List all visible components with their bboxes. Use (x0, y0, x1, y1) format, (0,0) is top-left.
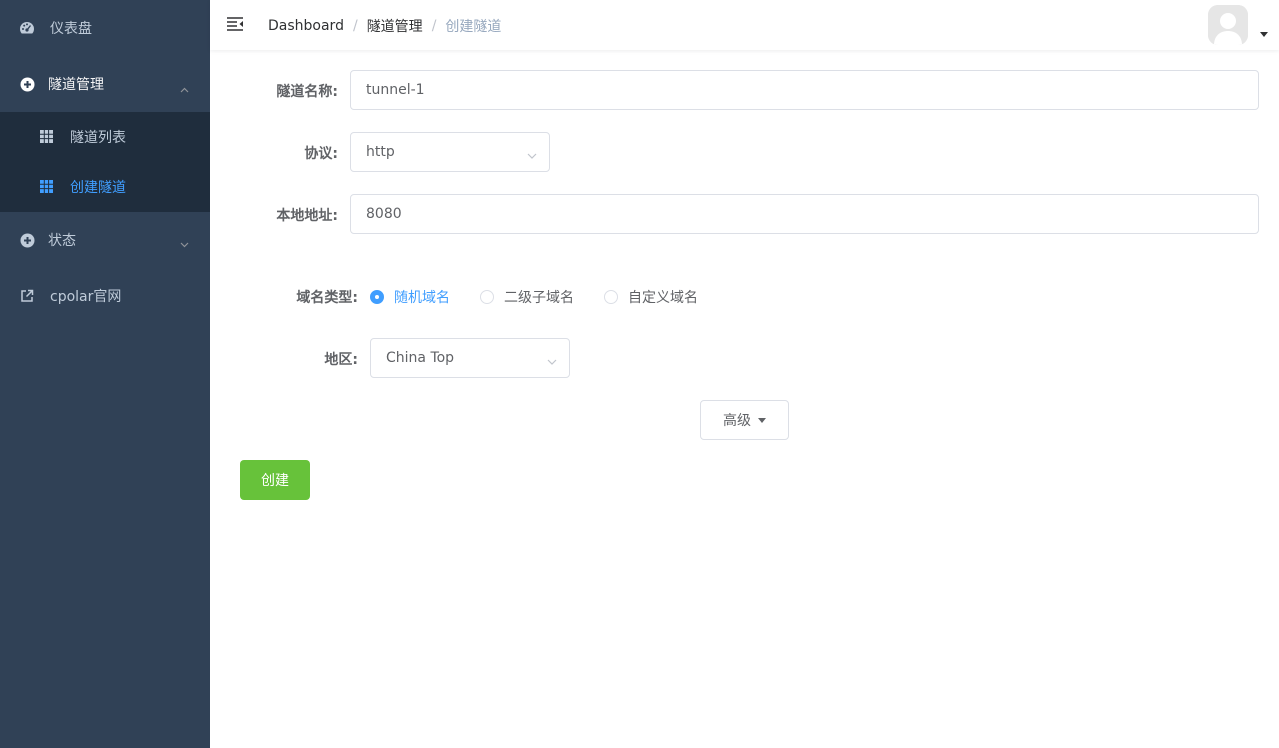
tunnel-name-input[interactable]: tunnel-1 (350, 70, 1259, 110)
breadcrumb-tunnel-management[interactable]: 隧道管理 (367, 16, 423, 36)
domain-type-label: 域名类型: (296, 290, 358, 306)
breadcrumb-separator: / (352, 18, 358, 34)
chevron-down-icon (527, 148, 537, 159)
tunnel-name-label: 隧道名称: (276, 84, 338, 100)
radio-checked-icon (370, 290, 384, 304)
caret-down-icon (758, 417, 766, 423)
domain-type-custom-radio[interactable]: 自定义域名 (604, 288, 698, 306)
sidebar: 仪表盘 隧道管理 隧道列表 创建隧道 状态 cpolar官网 (0, 0, 210, 748)
sidebar-item-tunnel-management[interactable]: 隧道管理 (0, 56, 210, 112)
sidebar-item-tunnel-list[interactable]: 隧道列表 (0, 112, 210, 162)
create-button[interactable]: 创建 (240, 460, 310, 500)
chevron-up-icon (180, 81, 189, 93)
region-label: 地区: (324, 352, 358, 368)
radio-label: 自定义域名 (628, 290, 698, 306)
sidebar-item-status[interactable]: 状态 (0, 212, 210, 268)
dashboard-icon (19, 20, 35, 36)
table-grid-icon (40, 130, 53, 143)
radio-unchecked-icon (480, 290, 494, 304)
sidebar-item-label: 状态 (48, 233, 76, 249)
table-grid-icon (40, 180, 53, 193)
breadcrumb-create-tunnel: 创建隧道 (445, 19, 502, 35)
local-address-label: 本地地址: (276, 208, 338, 224)
domain-type-subdomain-radio[interactable]: 二级子域名 (480, 288, 574, 306)
protocol-select[interactable]: http (350, 132, 550, 172)
region-value: China Top (386, 350, 455, 366)
sidebar-item-create-tunnel[interactable]: 创建隧道 (0, 162, 210, 212)
sidebar-item-cpolar-site[interactable]: cpolar官网 (0, 268, 210, 324)
create-label: 创建 (261, 473, 289, 489)
protocol-value: http (366, 144, 395, 160)
advanced-button[interactable]: 高级 (700, 400, 789, 440)
region-select[interactable]: China Top (370, 338, 570, 378)
local-address-value: 8080 (366, 206, 402, 222)
tunnel-submenu: 隧道列表 创建隧道 (0, 112, 210, 212)
protocol-label: 协议: (304, 146, 338, 162)
sidebar-item-label: 仪表盘 (50, 21, 92, 37)
caret-down-icon[interactable] (1260, 32, 1268, 37)
sidebar-item-label: 创建隧道 (70, 180, 126, 196)
sidebar-item-label: cpolar官网 (50, 289, 122, 305)
radio-label: 随机域名 (394, 290, 450, 306)
breadcrumb: Dashboard / 隧道管理 / 创建隧道 (268, 16, 501, 36)
breadcrumb-dashboard[interactable]: Dashboard (268, 18, 344, 34)
external-link-icon (19, 288, 35, 304)
navbar: Dashboard / 隧道管理 / 创建隧道 (210, 0, 1279, 50)
breadcrumb-separator: / (431, 18, 437, 34)
hamburger-menu-icon[interactable] (227, 16, 243, 32)
plus-circle-icon (19, 232, 35, 248)
avatar[interactable] (1208, 5, 1248, 45)
chevron-down-icon (547, 354, 557, 365)
sidebar-item-label: 隧道列表 (70, 130, 126, 146)
sidebar-item-dashboard[interactable]: 仪表盘 (0, 0, 210, 56)
radio-label: 二级子域名 (504, 290, 574, 306)
tunnel-name-value: tunnel-1 (366, 82, 425, 98)
domain-type-random-radio[interactable]: 随机域名 (370, 288, 450, 306)
sidebar-item-label: 隧道管理 (48, 77, 104, 93)
plus-circle-icon (19, 76, 35, 92)
chevron-down-icon (180, 236, 189, 248)
local-address-input[interactable]: 8080 (350, 194, 1259, 234)
radio-unchecked-icon (604, 290, 618, 304)
advanced-label: 高级 (723, 413, 751, 429)
